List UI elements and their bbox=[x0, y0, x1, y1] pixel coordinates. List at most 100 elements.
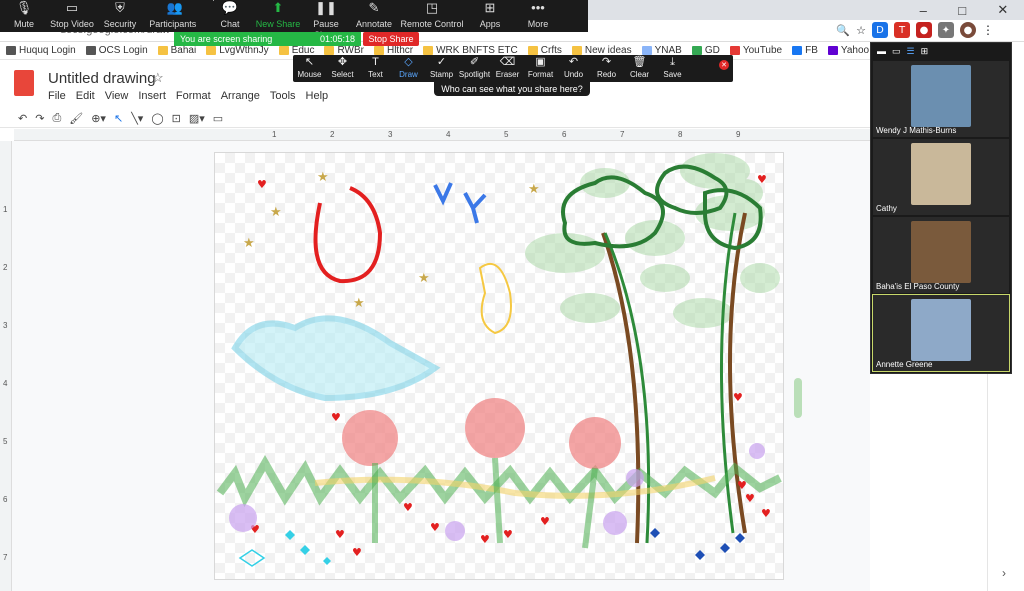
annotate-format-tool[interactable]: ▣ Format bbox=[524, 57, 557, 80]
profile-avatar[interactable]: ● bbox=[960, 22, 976, 38]
bookmark-label: Bahai bbox=[170, 45, 197, 56]
participant-video bbox=[911, 221, 971, 283]
zoom-icon[interactable]: 🔍 bbox=[836, 24, 850, 37]
annotate-mouse-tool[interactable]: ↖ Mouse bbox=[293, 56, 326, 80]
toolbar-label: New Share bbox=[255, 19, 301, 29]
who-can-see-label: Who can see what you share here? bbox=[441, 84, 583, 94]
stop-share-label: Stop Share bbox=[368, 34, 414, 44]
extension-tp-icon[interactable]: T bbox=[894, 22, 910, 38]
annotate-button[interactable]: ✎ Annotate bbox=[350, 1, 398, 30]
menu-arrange[interactable]: Arrange bbox=[221, 90, 260, 102]
menu-file[interactable]: File bbox=[48, 90, 66, 102]
paint-format-icon[interactable]: 🖌 bbox=[69, 112, 83, 125]
extension-d-icon[interactable]: D bbox=[872, 22, 888, 38]
participant-name: Cathy bbox=[876, 204, 897, 213]
redo-icon: ↷ bbox=[601, 56, 612, 68]
apps-button[interactable]: ⊞ Apps bbox=[466, 1, 514, 30]
participant-tile[interactable]: Wendy J Mathis-Burns bbox=[873, 61, 1009, 137]
toolbar-label: Mute bbox=[13, 19, 34, 29]
image-tool-icon[interactable]: ▨▾ bbox=[189, 112, 205, 125]
remote-control-button[interactable]: ◳ Remote Control bbox=[398, 1, 466, 30]
select-tool-icon[interactable]: ↖ bbox=[114, 112, 123, 125]
menu-bar: File Edit View Insert Format Arrange Tools Help bbox=[48, 90, 328, 102]
annotate-spotlight-tool[interactable]: ✐ Spotlight bbox=[458, 57, 491, 80]
extensions-puzzle-icon[interactable]: ✦ bbox=[938, 22, 954, 38]
document-title[interactable]: Untitled drawing bbox=[48, 70, 156, 87]
bookmark-star-icon[interactable]: ☆ bbox=[856, 24, 866, 37]
participant-tile[interactable]: Cathy bbox=[873, 139, 1009, 215]
annotate-eraser-tool[interactable]: ⌫ Eraser bbox=[491, 57, 524, 80]
bookmark-label: LvgWthnJy bbox=[219, 45, 269, 56]
drawing-canvas[interactable]: ★ ★ ★ ★ ★ ★ ♥ ♥ ♥ ♥ ♥ ♥ ♥ ♥ ♥ ♥ ♥ ♥ ♥ ♥ ♥ bbox=[214, 152, 784, 580]
close-window-button[interactable]: ✕ bbox=[997, 2, 1008, 18]
bookmark-item[interactable]: LvgWthnJy bbox=[206, 45, 269, 56]
zoom-tool-icon[interactable]: ⊕▾ bbox=[91, 112, 106, 125]
chat-button[interactable]: 💬 Chat bbox=[206, 1, 254, 30]
browser-menu-icon[interactable]: ⋮ bbox=[982, 23, 994, 37]
participant-tile[interactable]: Annette Greene bbox=[872, 294, 1010, 372]
line-tool-icon[interactable]: ╲▾ bbox=[131, 112, 143, 125]
annotate-select-tool[interactable]: ✥ Select bbox=[326, 57, 359, 80]
minimize-panel-icon[interactable]: ▬ bbox=[877, 46, 886, 56]
annotate-save-tool[interactable]: ⤓ Save bbox=[656, 57, 689, 80]
participants-button[interactable]: 👥 Participants 4 bbox=[144, 0, 214, 30]
security-button[interactable]: ⛨ Security bbox=[96, 1, 144, 30]
ruler-tick: 4 bbox=[3, 379, 8, 388]
bookmark-item[interactable]: Bahai bbox=[157, 45, 197, 56]
undo-icon: ↶ bbox=[568, 56, 579, 68]
print-icon[interactable]: ⎙ bbox=[52, 112, 61, 125]
bookmark-item[interactable]: Yahoo bbox=[827, 45, 869, 56]
star-icon[interactable]: ☆ bbox=[152, 70, 164, 86]
speaker-view-icon[interactable]: ☰ bbox=[907, 46, 915, 57]
shape-tool-icon[interactable]: ◯ bbox=[151, 112, 163, 125]
more-button[interactable]: ••• More bbox=[514, 1, 562, 30]
swap-view-icon[interactable]: ▭ bbox=[892, 46, 901, 57]
redo-icon[interactable]: ↷ bbox=[35, 112, 44, 125]
new-share-button[interactable]: ⬆ New Share bbox=[254, 1, 302, 30]
annotate-clear-tool[interactable]: 🗑 Clear bbox=[623, 57, 656, 80]
bookmark-item[interactable]: FB bbox=[792, 45, 818, 56]
menu-help[interactable]: Help bbox=[306, 90, 329, 102]
sharing-text: You are screen sharing bbox=[180, 34, 273, 44]
svg-text:★: ★ bbox=[317, 170, 329, 185]
annotate-text-tool[interactable]: T Text bbox=[359, 57, 392, 80]
star-stamps: ★ ★ ★ ★ ★ ★ bbox=[243, 170, 540, 311]
menu-format[interactable]: Format bbox=[176, 90, 211, 102]
extension-red-icon[interactable]: ● bbox=[916, 22, 932, 38]
comment-icon[interactable]: ▭ bbox=[213, 112, 223, 125]
who-can-see-tip[interactable]: Who can see what you share here? bbox=[434, 82, 590, 96]
mouse-icon: ↖ bbox=[304, 56, 315, 68]
drawing-artwork: ★★★ ★★★ ♥ ♥♥ ♥♥♥ ♥♥♥ ♥ ♥♥ ♥♥♥ bbox=[216, 153, 782, 567]
bookmark-icon bbox=[157, 46, 168, 55]
bookmark-item[interactable]: OCS Login bbox=[85, 45, 148, 56]
canvas-scroll-marker bbox=[794, 378, 802, 418]
stop-video-button[interactable]: ▭ Stop Video bbox=[48, 1, 96, 30]
ruler-tick: 3 bbox=[388, 130, 393, 139]
svg-text:♥: ♥ bbox=[257, 178, 267, 191]
stop-share-button[interactable]: Stop Share bbox=[363, 32, 419, 46]
bookmark-icon bbox=[423, 46, 434, 55]
close-annotation-icon[interactable]: ✕ bbox=[719, 60, 729, 70]
minimize-button[interactable]: – bbox=[920, 3, 927, 18]
annotate-stamp-tool[interactable]: ✓ Stamp bbox=[425, 57, 458, 80]
annotate-redo-tool[interactable]: ↷ Redo bbox=[590, 56, 623, 80]
mute-button[interactable]: 🎙 Mute bbox=[0, 1, 48, 30]
expand-side-panel-icon[interactable]: › bbox=[1002, 566, 1006, 580]
maximize-button[interactable]: □ bbox=[958, 3, 966, 18]
menu-view[interactable]: View bbox=[105, 90, 129, 102]
bookmark-item[interactable]: Huquq Login bbox=[6, 45, 76, 56]
bookmark-item[interactable]: YouTube bbox=[729, 45, 782, 56]
gallery-view-icon[interactable]: ⊞ bbox=[921, 46, 929, 57]
undo-icon[interactable]: ↶ bbox=[18, 112, 27, 125]
menu-insert[interactable]: Insert bbox=[138, 90, 166, 102]
bookmark-icon bbox=[527, 46, 538, 55]
annotate-undo-tool[interactable]: ↶ Undo bbox=[557, 56, 590, 80]
drawings-logo-icon[interactable] bbox=[14, 70, 34, 96]
textbox-tool-icon[interactable]: ⊡ bbox=[172, 112, 181, 125]
menu-edit[interactable]: Edit bbox=[76, 90, 95, 102]
participant-tile[interactable]: Baha'is El Paso County bbox=[873, 217, 1009, 293]
ruler-tick: 5 bbox=[504, 130, 509, 139]
menu-tools[interactable]: Tools bbox=[270, 90, 296, 102]
flowers bbox=[342, 398, 621, 469]
annotate-draw-tool[interactable]: ◇ Draw bbox=[392, 57, 425, 80]
